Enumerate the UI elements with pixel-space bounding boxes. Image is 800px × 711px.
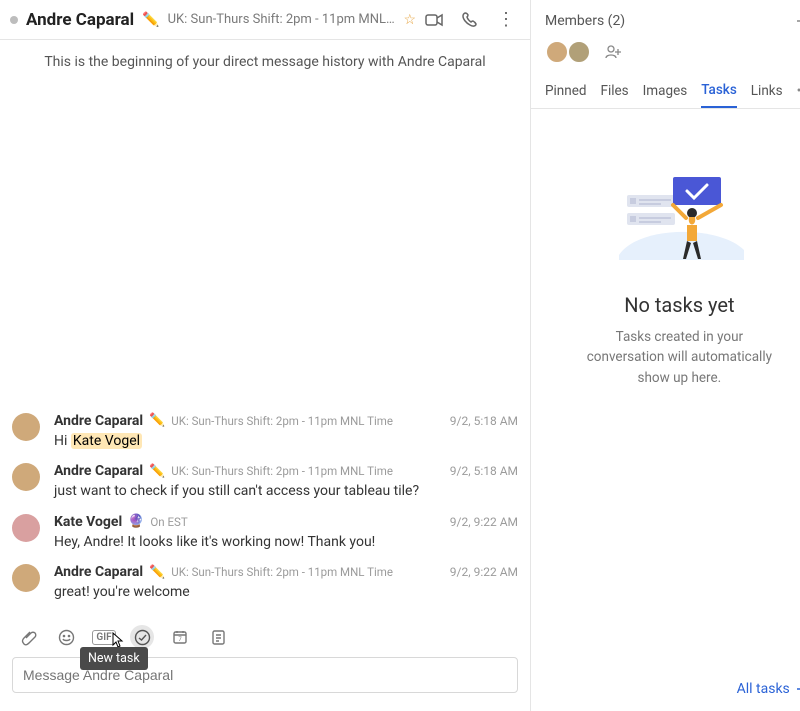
svg-text:7: 7	[178, 636, 182, 643]
empty-body: Tasks created in your conversation will …	[584, 327, 774, 388]
video-call-icon[interactable]	[424, 10, 444, 30]
conversation-header: Andre Caparal ✏️ UK: Sun-Thurs Shift: 2p…	[0, 0, 530, 40]
favorite-star-icon[interactable]: ☆	[403, 12, 416, 28]
collapse-panel-icon[interactable]	[794, 11, 800, 31]
main-conversation-pane: Andre Caparal ✏️ UK: Sun-Thurs Shift: 2p…	[0, 0, 531, 711]
sender-name[interactable]: Andre Caparal	[54, 413, 143, 429]
side-tabs: Pinned Files Images Tasks Links •••	[531, 74, 800, 109]
member-avatar[interactable]	[545, 40, 569, 64]
message-row[interactable]: Andre Caparal ✏️ UK: Sun-Thurs Shift: 2p…	[12, 457, 518, 508]
conversation-title[interactable]: Andre Caparal	[26, 10, 134, 30]
message-body: just want to check if you still can't ac…	[54, 482, 518, 502]
message-row[interactable]: Kate Vogel 🔮 On EST 9/2, 9:22 AM Hey, An…	[12, 508, 518, 559]
member-avatar[interactable]	[567, 40, 591, 64]
sender-status: UK: Sun-Thurs Shift: 2pm - 11pm MNL Time	[171, 414, 436, 428]
status-text: UK: Sun-Thurs Shift: 2pm - 11pm MNL Time	[168, 12, 396, 27]
tooltip: New task	[80, 647, 148, 670]
message-time: 9/2, 5:18 AM	[442, 464, 518, 478]
message-composer: GIF 7 New task	[0, 619, 530, 711]
gif-icon[interactable]: GIF	[92, 625, 116, 649]
avatar[interactable]	[12, 564, 40, 592]
sender-status: UK: Sun-Thurs Shift: 2pm - 11pm MNL Time	[171, 464, 436, 478]
sender-status: On EST	[150, 515, 435, 529]
message-body: Hi Kate Vogel	[54, 432, 518, 452]
message-row[interactable]: Andre Caparal ✏️ UK: Sun-Thurs Shift: 2p…	[12, 558, 518, 609]
message-body: Hey, Andre! It looks like it's working n…	[54, 533, 518, 553]
presence-dot	[10, 16, 18, 24]
new-task-icon[interactable]	[130, 625, 154, 649]
emoji-icon[interactable]	[54, 625, 78, 649]
sender-badge-icon: ✏️	[149, 464, 165, 479]
history-begin-banner: This is the beginning of your direct mes…	[0, 40, 530, 84]
message-row[interactable]: Andre Caparal ✏️ UK: Sun-Thurs Shift: 2p…	[12, 407, 518, 458]
arrow-right-icon	[796, 683, 800, 695]
tabs-more-icon[interactable]: •••	[797, 83, 800, 99]
attach-icon[interactable]	[16, 625, 40, 649]
phone-call-icon[interactable]	[460, 10, 480, 30]
sender-badge-icon: 🔮	[128, 514, 144, 529]
sender-name[interactable]: Andre Caparal	[54, 463, 143, 479]
avatar[interactable]	[12, 514, 40, 542]
tab-tasks[interactable]: Tasks	[701, 74, 737, 108]
sender-name[interactable]: Andre Caparal	[54, 564, 143, 580]
message-time: 9/2, 9:22 AM	[442, 565, 518, 579]
more-menu-icon[interactable]: ⋮	[496, 10, 516, 30]
message-list: Andre Caparal ✏️ UK: Sun-Thurs Shift: 2p…	[0, 84, 530, 619]
side-panel: Members (2) Pinned Files Images Tasks Li…	[531, 0, 800, 711]
composer-toolbar: GIF 7 New task	[12, 619, 518, 657]
tab-images[interactable]: Images	[643, 75, 688, 107]
sender-name[interactable]: Kate Vogel	[54, 514, 122, 530]
event-icon[interactable]: 7	[168, 625, 192, 649]
add-member-icon[interactable]	[603, 41, 625, 63]
sender-badge-icon: ✏️	[149, 565, 165, 580]
avatar[interactable]	[12, 463, 40, 491]
tasks-empty-state: No tasks yet Tasks created in your conve…	[531, 109, 800, 711]
text: Hi	[54, 433, 71, 449]
tab-links[interactable]: Links	[751, 75, 783, 107]
avatar[interactable]	[12, 413, 40, 441]
empty-title: No tasks yet	[624, 293, 734, 317]
all-tasks-link[interactable]: All tasks	[737, 681, 800, 697]
message-time: 9/2, 5:18 AM	[442, 414, 518, 428]
status-emoji-icon: ✏️	[142, 12, 159, 28]
note-icon[interactable]	[206, 625, 230, 649]
tab-files[interactable]: Files	[600, 75, 628, 107]
message-body: great! you're welcome	[54, 583, 518, 603]
sender-status: UK: Sun-Thurs Shift: 2pm - 11pm MNL Time	[171, 565, 436, 579]
sender-badge-icon: ✏️	[149, 413, 165, 428]
tab-pinned[interactable]: Pinned	[545, 75, 586, 107]
members-header[interactable]: Members (2)	[545, 13, 625, 29]
tasks-illustration-icon	[609, 155, 749, 275]
message-time: 9/2, 9:22 AM	[442, 515, 518, 529]
members-avatars	[531, 38, 800, 74]
user-mention[interactable]: Kate Vogel	[71, 433, 142, 449]
all-tasks-label: All tasks	[737, 681, 790, 697]
